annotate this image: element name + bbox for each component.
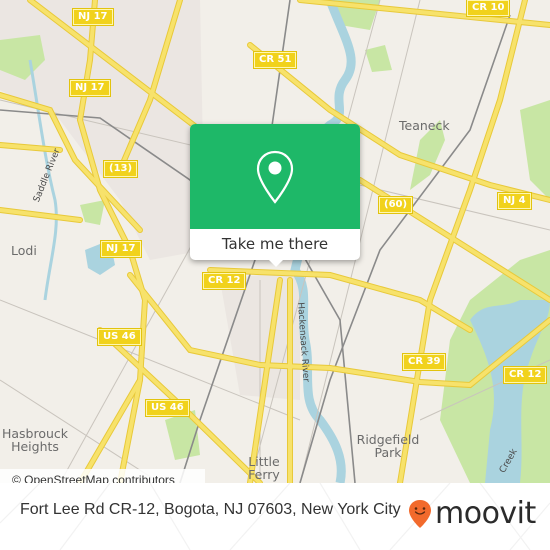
take-me-there-button[interactable]: Take me there — [190, 229, 360, 260]
footer: Fort Lee Rd CR-12, Bogota, NJ 07603, New… — [0, 483, 550, 550]
place-label-lodi: Lodi — [11, 243, 37, 258]
popup-header[interactable] — [190, 124, 360, 229]
moovit-pin-icon — [409, 500, 431, 528]
road-shield-nj17: NJ 17 — [73, 9, 113, 25]
map-canvas[interactable]: NJ 17 NJ 17 CR 51 CR 10 (13) (60) NJ 4 N… — [0, 0, 550, 483]
park-area — [80, 200, 105, 225]
location-popup[interactable]: Take me there — [190, 124, 360, 267]
place-label-teaneck: Teaneck — [399, 118, 450, 133]
road-shield-cr10: CR 10 — [467, 0, 510, 16]
road-shield-cr51: CR 51 — [254, 52, 297, 68]
moovit-wordmark: moovit — [435, 496, 536, 531]
place-label-hasbrouck-heights: Hasbrouck Heights — [1, 426, 69, 454]
road-shield-13: (13) — [104, 161, 138, 177]
road-shield-nj17: NJ 17 — [70, 80, 110, 96]
road-shield-60: (60) — [379, 197, 413, 213]
road-shield-us46: US 46 — [98, 329, 141, 345]
place-label-little-ferry: Little Ferry — [248, 454, 280, 482]
popup-pointer — [267, 258, 285, 267]
road-shield-cr39: CR 39 — [403, 354, 446, 370]
road-shield-cr12: CR 12 — [504, 367, 547, 383]
road-shield-cr12: CR 12 — [203, 273, 246, 289]
map-pin-icon — [256, 150, 294, 204]
moovit-logo[interactable]: moovit — [408, 496, 536, 532]
park-area — [365, 45, 392, 72]
road-shield-us46: US 46 — [146, 400, 189, 416]
park-area — [520, 100, 550, 200]
road-shield-nj17: NJ 17 — [101, 241, 141, 257]
map-attribution[interactable]: © OpenStreetMap contributors — [0, 469, 205, 483]
place-label-ridgefield-park: Ridgefield Park — [356, 432, 420, 460]
road-shield-nj4: NJ 4 — [498, 193, 531, 209]
address-text: Fort Lee Rd CR-12, Bogota, NJ 07603, New… — [20, 501, 401, 518]
